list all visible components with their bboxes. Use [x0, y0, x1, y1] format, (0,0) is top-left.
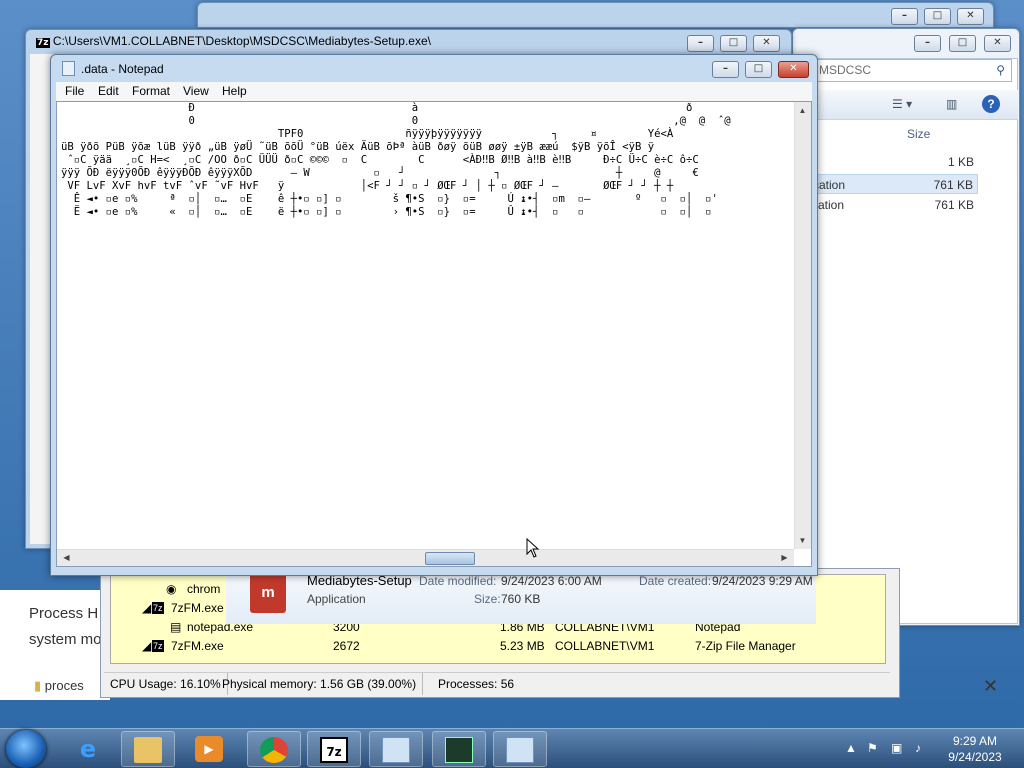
folder-icon: ▮ [34, 678, 42, 693]
minimize-button[interactable]: – [687, 35, 714, 52]
7zip-icon: 7z [320, 737, 348, 763]
minimize-button[interactable]: – [914, 35, 941, 52]
notepad-window: .data - Notepad – □ ✕ File Edit Format V… [50, 54, 818, 576]
size-value: 760 KB [501, 592, 541, 606]
file-type: Application [307, 592, 366, 606]
file-row[interactable]: cation 761 KB [812, 174, 978, 194]
physical-memory: Physical memory: 1.56 GB (39.00%) [216, 673, 424, 695]
network-icon[interactable]: ▣ [891, 741, 902, 755]
taskbar-notepad-2[interactable] [493, 731, 547, 767]
menu-file[interactable]: File [65, 84, 84, 98]
process-count: Processes: 56 [438, 677, 515, 691]
notepad-icon [382, 737, 410, 763]
clock-time: 9:29 AM [952, 734, 998, 748]
search-icon: ⚲ [996, 63, 1005, 77]
minimize-button[interactable]: – [891, 8, 918, 25]
maximize-button[interactable]: □ [924, 8, 951, 25]
close-button[interactable]: ✕ [957, 8, 984, 25]
text-editor[interactable]: Ð à ð 0 0 ‚@ @ ˆ@ TPF0 ñÿÿÿþÿÿÿÿÿÿÿ ┐ ¤ … [56, 101, 812, 567]
action-center-icon[interactable]: ⚑ [867, 741, 878, 755]
close-icon[interactable]: ✕ [983, 676, 998, 697]
clock-date: 9/24/2023 [948, 750, 1002, 764]
scroll-down-arrow[interactable]: ▼ [795, 536, 810, 545]
media-player-icon: ▶ [195, 736, 223, 762]
taskbar-7zip[interactable]: 7z [307, 731, 361, 767]
modified-value: 9/24/2023 6:00 AM [501, 574, 602, 588]
minimize-button[interactable]: – [712, 61, 739, 78]
created-label: Date created: [639, 574, 712, 588]
horizontal-scrollbar[interactable]: ◀ ▶ [57, 549, 794, 566]
taskbar-notepad[interactable] [369, 731, 423, 767]
taskbar-task-manager[interactable] [432, 731, 486, 767]
left-window-line1: Process H [29, 605, 99, 622]
chrome-icon [260, 737, 288, 763]
notepad-icon: ▤ [170, 620, 182, 634]
internet-explorer-icon: e [79, 735, 97, 763]
left-window-item[interactable]: ▮ proces [34, 678, 84, 694]
maximize-button[interactable]: □ [720, 35, 747, 52]
close-button[interactable]: ✕ [778, 61, 809, 78]
menu-help[interactable]: Help [222, 84, 247, 98]
details-pane: m Mediabytes-Setup Application Date modi… [226, 568, 816, 624]
scroll-left-arrow[interactable]: ◀ [59, 553, 74, 562]
expand-icon[interactable]: ◢ [142, 599, 151, 618]
close-button[interactable]: ✕ [753, 35, 780, 52]
close-button[interactable]: ✕ [984, 35, 1011, 52]
7zip-window-title: 7z C:\Users\VM1.COLLABNET\Desktop\MSDCSC… [36, 34, 431, 48]
notepad-icon [62, 61, 75, 76]
file-row[interactable]: cation 761 KB [812, 195, 978, 215]
menu-edit[interactable]: Edit [98, 84, 119, 98]
file-row[interactable]: 1 KB [812, 152, 978, 172]
scroll-right-arrow[interactable]: ▶ [777, 553, 792, 562]
task-manager-icon [445, 737, 473, 763]
left-window-line2: system mo [29, 631, 102, 648]
view-options-icon[interactable]: ☰ ▾ [892, 97, 912, 111]
status-bar: CPU Usage: 16.10% Physical memory: 1.56 … [104, 672, 890, 695]
7zip-icon: 7z [36, 38, 50, 48]
search-text: MSDCSC [819, 63, 872, 77]
application-icon: m [250, 573, 286, 613]
system-tray: ▲ ⚑ ▣ ♪ [845, 739, 930, 759]
menu-bar: File Edit Format View Help [56, 82, 812, 101]
help-icon[interactable]: ? [982, 95, 1000, 113]
search-input[interactable]: MSDCSC ⚲ [812, 59, 1012, 82]
maximize-button[interactable]: □ [745, 61, 772, 78]
explorer-file-list [800, 58, 1018, 624]
taskbar-file-explorer[interactable] [121, 731, 175, 767]
process-row[interactable]: ◢ 7z 7zFM.exe 2672 5.23 MB COLLABNET\VM1 7-Zip… [114, 637, 880, 656]
editor-content[interactable]: Ð à ð 0 0 ‚@ @ ˆ@ TPF0 ñÿÿÿþÿÿÿÿÿÿÿ ┐ ¤ … [61, 102, 731, 219]
created-value: 9/24/2023 9:29 AM [712, 574, 813, 588]
7zip-icon: 7z [152, 602, 164, 614]
size-label: Size: [474, 592, 501, 606]
maximize-button[interactable]: □ [949, 35, 976, 52]
clock[interactable]: 9:29 AM 9/24/2023 [930, 733, 1020, 765]
scroll-thumb[interactable] [425, 552, 475, 565]
show-hidden-icons-icon[interactable]: ▲ [845, 741, 857, 755]
taskbar-chrome[interactable] [247, 731, 301, 767]
mouse-cursor [526, 538, 540, 558]
vertical-scrollbar[interactable]: ▲ ▼ [794, 102, 811, 549]
window-title: .data - Notepad [81, 62, 164, 76]
7zip-icon: 7z [152, 640, 164, 652]
explorer-toolbar: ☰ ▾ ▥ ? [800, 90, 1018, 120]
modified-label: Date modified: [419, 574, 497, 588]
notepad-icon [506, 737, 534, 763]
taskbar-internet-explorer[interactable]: e [62, 731, 116, 767]
volume-icon[interactable]: ♪ [915, 741, 921, 755]
background-window-titlebar: – □ ✕ [197, 2, 994, 28]
chrome-icon: ◉ [166, 582, 177, 596]
scroll-up-arrow[interactable]: ▲ [795, 106, 810, 115]
menu-view[interactable]: View [183, 84, 209, 98]
start-button[interactable] [6, 730, 46, 768]
taskbar-media-player[interactable]: ▶ [183, 731, 237, 767]
menu-format[interactable]: Format [132, 84, 170, 98]
notepad-titlebar[interactable]: .data - Notepad – □ ✕ [51, 55, 817, 83]
expand-icon[interactable]: ◢ [142, 637, 151, 656]
left-window: Process H system mo ▮ proces [0, 590, 110, 700]
folder-icon [134, 737, 162, 763]
size-column-header[interactable]: Size [907, 127, 930, 141]
preview-pane-icon[interactable]: ▥ [946, 97, 957, 111]
cpu-usage: CPU Usage: 16.10% [104, 673, 228, 695]
